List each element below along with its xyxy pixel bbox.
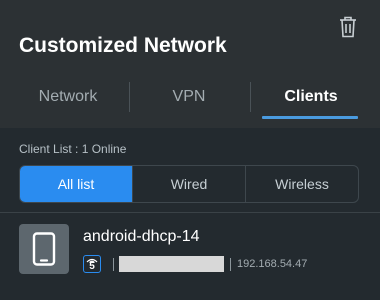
tab-vpn[interactable]: VPN	[130, 78, 248, 116]
field-separator	[113, 258, 114, 271]
filter-all-list-button[interactable]: All list	[20, 166, 132, 202]
mac-address-redacted	[119, 256, 224, 272]
field-separator	[230, 258, 231, 271]
wifi-band-badge: 5	[83, 255, 101, 273]
wifi-band-label: 5	[89, 261, 95, 272]
trash-icon[interactable]	[337, 15, 359, 39]
tab-network[interactable]: Network	[8, 78, 128, 116]
active-tab-indicator	[262, 116, 358, 119]
client-name: android-dhcp-14	[83, 228, 200, 245]
device-avatar	[19, 224, 69, 274]
smartphone-icon	[32, 232, 56, 266]
client-list-summary: Client List : 1 Online	[19, 142, 127, 156]
filter-wired-button[interactable]: Wired	[132, 166, 245, 202]
tab-divider	[250, 82, 251, 112]
filter-wireless-button[interactable]: Wireless	[245, 166, 358, 202]
page-title: Customized Network	[19, 34, 227, 57]
client-filter-segmented-control: All list Wired Wireless	[19, 165, 359, 203]
client-list-item[interactable]: android-dhcp-14 5 192.168.54.47	[0, 213, 380, 293]
tab-clients[interactable]: Clients	[252, 78, 370, 116]
tab-bar: Network VPN Clients	[0, 78, 380, 119]
customized-network-panel: Customized Network Network VPN Clients C…	[0, 0, 380, 300]
client-ip-address: 192.168.54.47	[237, 258, 308, 270]
